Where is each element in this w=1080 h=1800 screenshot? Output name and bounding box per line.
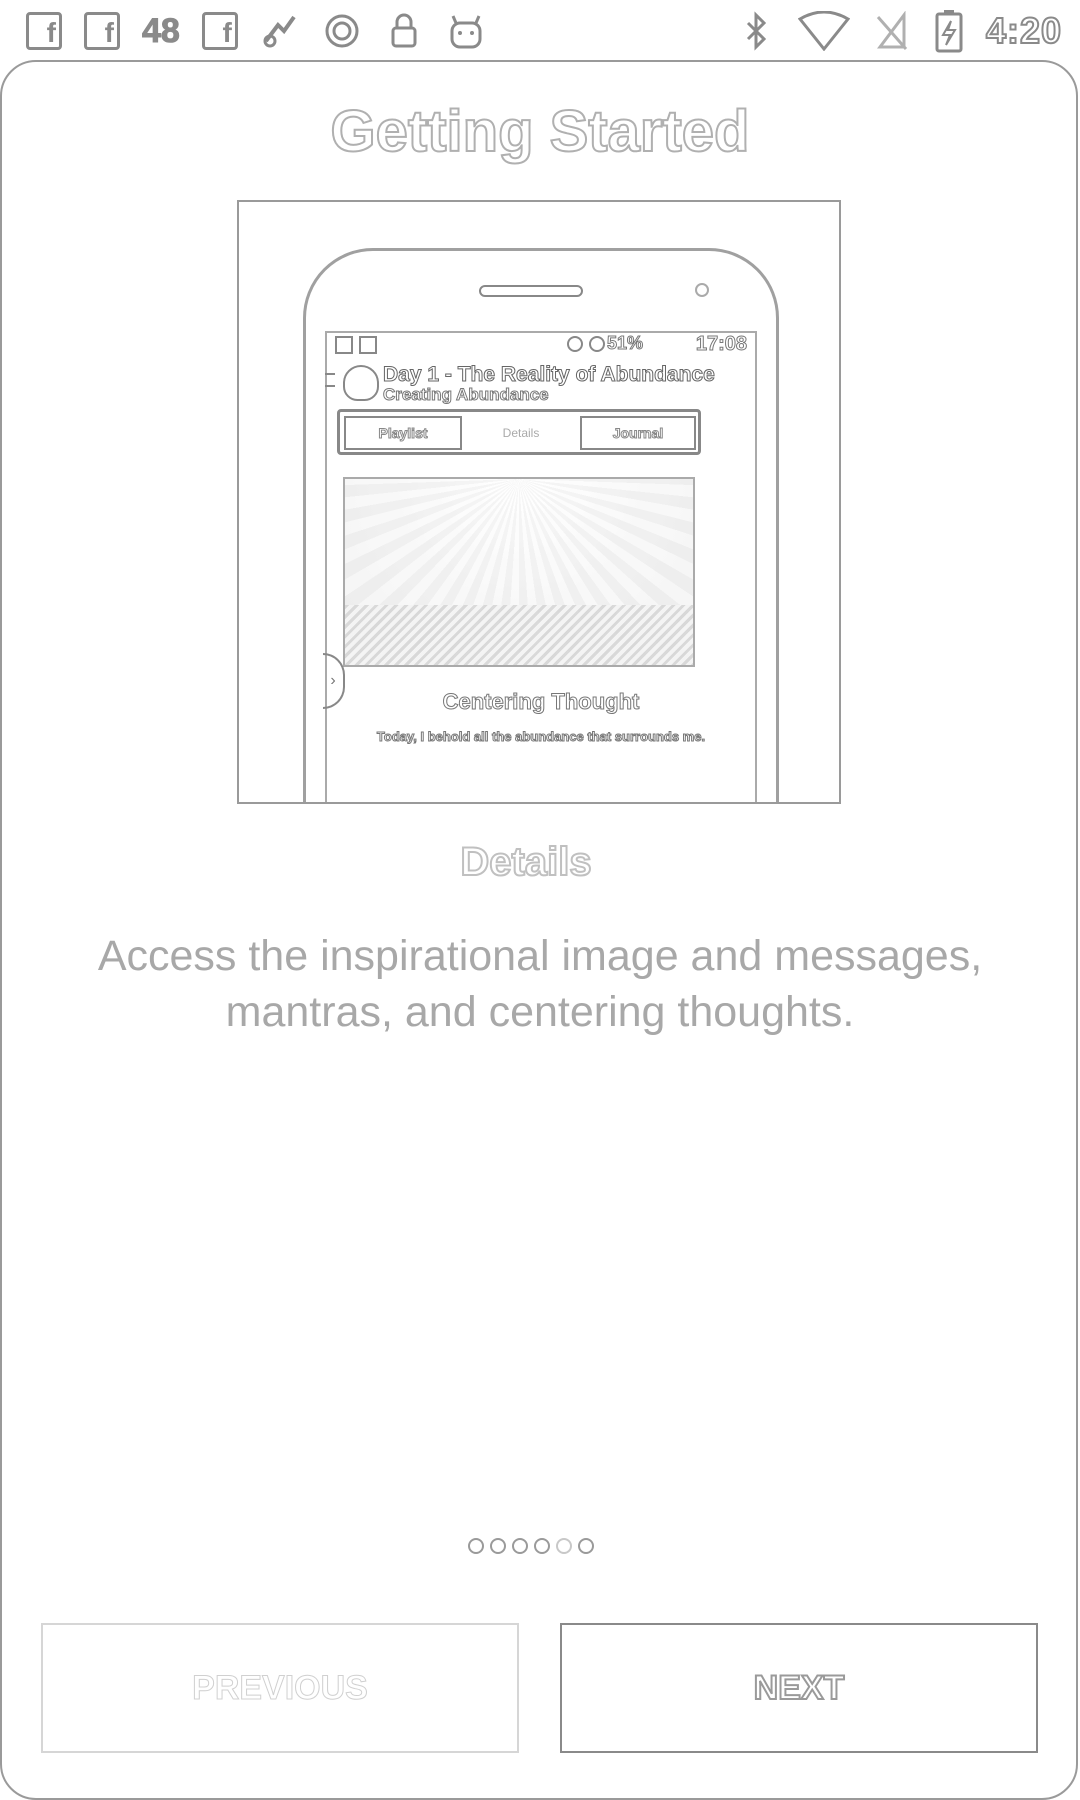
lotus-logo-icon (343, 365, 379, 401)
inner-alarm-icon (567, 336, 583, 352)
notification-icons: f f 48 f (26, 6, 486, 56)
status-bar: f f 48 f 4:20 (0, 0, 1080, 62)
previous-button[interactable]: PREVIOUS (41, 1623, 519, 1753)
inner-clock: 17:08 (695, 333, 747, 356)
inner-tab-bar: Playlist Details Journal (337, 409, 701, 455)
page-indicator (468, 1538, 594, 1554)
page-dot (490, 1538, 506, 1554)
image-foliage (345, 605, 693, 665)
page-dot (578, 1538, 594, 1554)
wifi-icon (797, 11, 850, 51)
inner-notification-icon (359, 336, 377, 354)
fax-icon (260, 11, 300, 51)
inner-tab-journal: Journal (580, 416, 696, 450)
page-title: Getting Started (330, 98, 751, 165)
inner-status-bar: 51% 17:08 (327, 333, 755, 359)
inner-app-header: Day 1 - The Reality of Abundance Creatin… (325, 361, 755, 405)
page-dot-active (556, 1538, 572, 1554)
next-button[interactable]: NEXT (560, 1623, 1038, 1753)
inner-wifi-icon (589, 336, 605, 352)
phone-speaker (479, 285, 583, 297)
inner-app-subtitle: Creating Abundance (383, 385, 550, 405)
notification-count: 48 (142, 11, 181, 50)
tutorial-screenshot: 51% 17:08 Day 1 - The Reality of Abundan… (237, 200, 841, 804)
inner-notification-icon (335, 336, 353, 354)
inner-menu-icon (325, 373, 335, 387)
inner-battery-text: 51% (606, 333, 643, 354)
inspirational-image (343, 477, 695, 667)
android-icon (446, 11, 486, 51)
inner-tab-playlist: Playlist (344, 416, 462, 450)
page-dot (468, 1538, 484, 1554)
phone-frame: 51% 17:08 Day 1 - The Reality of Abundan… (303, 248, 779, 802)
inner-centering-body: Today, I behold all the abundance that s… (376, 729, 706, 745)
section-title: Details (459, 839, 592, 885)
phone-screen: 51% 17:08 Day 1 - The Reality of Abundan… (323, 331, 757, 802)
page-dot (512, 1538, 528, 1554)
circle-badge-icon (322, 11, 362, 51)
system-icons: 4:20 (736, 6, 1062, 56)
inner-centering-title: Centering Thought (442, 689, 640, 715)
facebook-icon: f (201, 12, 238, 50)
facebook-icon: f (84, 12, 120, 50)
lock-icon (384, 11, 424, 51)
section-description: Access the inspirational image and messa… (97, 932, 983, 1036)
phone-camera (695, 283, 709, 297)
page-dot (534, 1538, 550, 1554)
clock: 4:20 (985, 9, 1062, 52)
no-sim-icon (872, 11, 912, 51)
battery-charging-icon (934, 10, 964, 53)
inner-app-title: Day 1 - The Reality of Abundance (383, 363, 716, 387)
facebook-icon: f (26, 12, 62, 50)
inner-tab-details: Details (502, 426, 540, 440)
bluetooth-icon (736, 11, 776, 51)
